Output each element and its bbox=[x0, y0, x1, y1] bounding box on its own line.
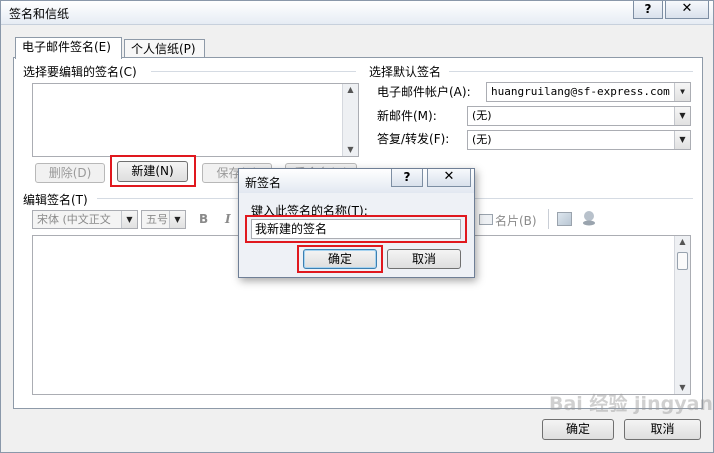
dialog-help-button[interactable]: ? bbox=[391, 169, 423, 187]
reply-forward-label: 答复/转发(F): bbox=[377, 132, 450, 146]
dialog-close-button[interactable]: ✕ bbox=[427, 169, 471, 187]
font-size-select[interactable]: 五号 ▼ bbox=[141, 210, 186, 229]
help-button[interactable]: ? bbox=[633, 1, 663, 19]
chevron-down-icon[interactable]: ▼ bbox=[674, 131, 690, 149]
new-message-select[interactable]: (无) ▼ bbox=[467, 106, 691, 126]
bold-icon[interactable]: B bbox=[199, 212, 208, 226]
watermark: Bai 经验 jingyan.baidu.com bbox=[549, 393, 714, 415]
new-message-value: (无) bbox=[472, 109, 492, 122]
scroll-up-icon[interactable]: ▲ bbox=[343, 84, 358, 96]
scroll-up-icon[interactable]: ▲ bbox=[675, 236, 690, 248]
business-card-icon[interactable] bbox=[479, 214, 493, 225]
select-signature-label: 选择要编辑的签名(C) bbox=[23, 65, 137, 79]
title-bar: 签名和信纸 bbox=[1, 1, 713, 25]
dialog-cancel-button[interactable]: 取消 bbox=[387, 249, 461, 269]
cancel-button[interactable]: 取消 bbox=[624, 419, 701, 440]
tab-email-signature[interactable]: 电子邮件签名(E) bbox=[15, 37, 122, 59]
chevron-down-icon[interactable]: ▼ bbox=[674, 83, 690, 101]
default-signature-label: 选择默认签名 bbox=[369, 65, 442, 79]
dialog-title: 新签名 bbox=[245, 176, 282, 190]
close-button[interactable]: ✕ bbox=[665, 1, 709, 19]
signature-name-input[interactable]: 我新建的签名 bbox=[251, 219, 461, 239]
italic-icon[interactable]: I bbox=[225, 212, 231, 226]
insert-picture-icon[interactable] bbox=[557, 212, 572, 226]
reply-forward-select[interactable]: (无) ▼ bbox=[467, 130, 691, 150]
font-value: 宋体 (中文正文 bbox=[37, 213, 111, 226]
account-value: huangruilang@sf-express.com bbox=[491, 85, 670, 98]
group-divider bbox=[151, 71, 356, 72]
ok-button[interactable]: 确定 bbox=[542, 419, 614, 440]
delete-button[interactable]: 删除(D) bbox=[35, 163, 105, 183]
tab-stationery[interactable]: 个人信纸(P) bbox=[124, 39, 205, 59]
edit-signature-label: 编辑签名(T) bbox=[23, 193, 88, 207]
list-scrollbar[interactable]: ▲ ▼ bbox=[342, 84, 358, 156]
font-select[interactable]: 宋体 (中文正文 ▼ bbox=[32, 210, 138, 229]
toolbar-divider bbox=[548, 209, 549, 229]
editor-scrollbar[interactable]: ▲ ▼ bbox=[674, 236, 690, 394]
chevron-down-icon[interactable]: ▼ bbox=[169, 211, 185, 228]
scroll-down-icon[interactable]: ▼ bbox=[343, 144, 358, 156]
insert-hyperlink-icon[interactable] bbox=[581, 210, 597, 226]
new-signature-dialog: 新签名 ? ✕ 键入此签名的名称(T): 我新建的签名 确定 取消 bbox=[238, 168, 475, 278]
chevron-down-icon[interactable]: ▼ bbox=[674, 107, 690, 125]
scroll-thumb[interactable] bbox=[677, 252, 688, 270]
window-title: 签名和信纸 bbox=[9, 7, 70, 21]
new-button[interactable]: 新建(N) bbox=[117, 161, 188, 182]
dialog-ok-button[interactable]: 确定 bbox=[303, 249, 377, 269]
new-message-label: 新邮件(M): bbox=[377, 109, 437, 123]
chevron-down-icon[interactable]: ▼ bbox=[121, 211, 137, 228]
reply-forward-value: (无) bbox=[472, 133, 492, 146]
group-divider bbox=[449, 71, 693, 72]
font-size-value: 五号 bbox=[146, 213, 168, 226]
business-card-button[interactable]: 名片(B) bbox=[495, 212, 537, 229]
signature-list[interactable]: ▲ ▼ bbox=[32, 83, 359, 157]
account-select[interactable]: huangruilang@sf-express.com ▼ bbox=[486, 82, 691, 102]
account-label: 电子邮件帐户(A): bbox=[377, 85, 471, 99]
